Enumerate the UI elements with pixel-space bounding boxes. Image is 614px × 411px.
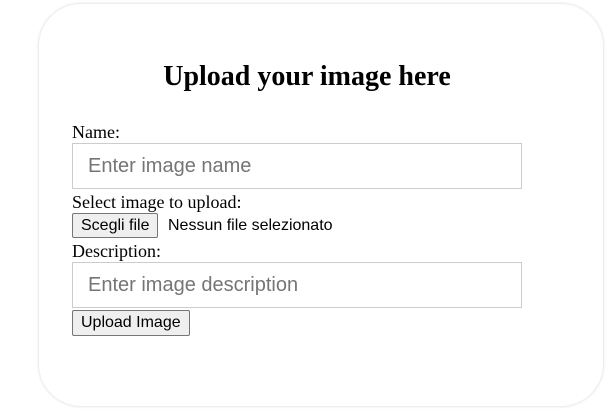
- name-input[interactable]: [72, 143, 522, 189]
- description-label: Description:: [72, 241, 161, 261]
- file-label: Select image to upload:: [72, 192, 242, 212]
- file-status: Nessun file selezionato: [168, 217, 333, 234]
- choose-file-button[interactable]: Scegli file: [72, 213, 159, 238]
- description-input[interactable]: [72, 262, 522, 308]
- name-label: Name:: [72, 122, 120, 142]
- upload-image-button[interactable]: Upload Image: [72, 310, 190, 336]
- page-title: Upload your image here: [163, 61, 451, 92]
